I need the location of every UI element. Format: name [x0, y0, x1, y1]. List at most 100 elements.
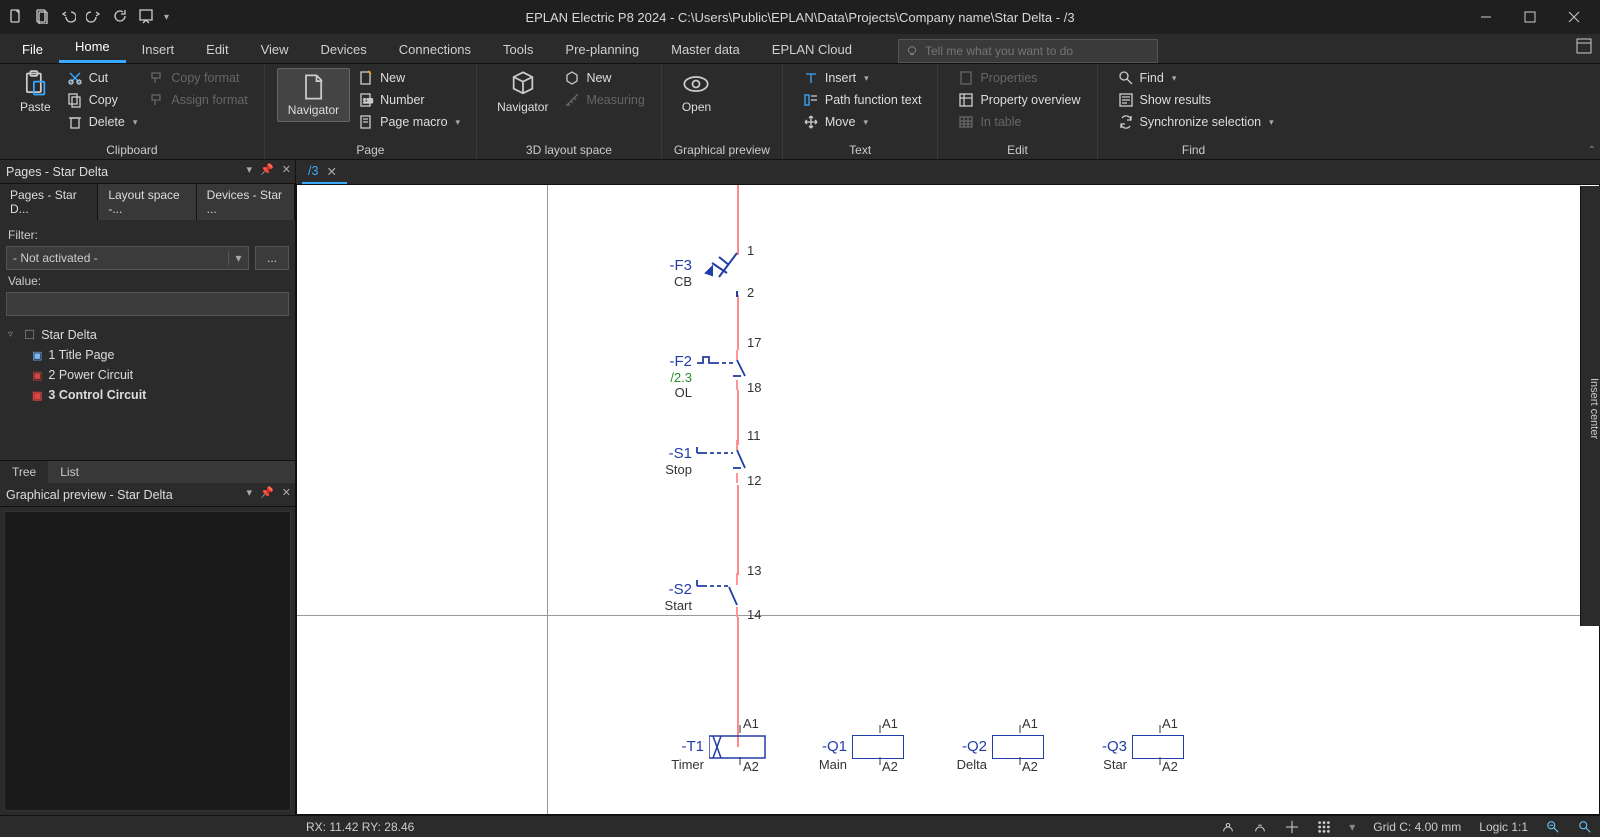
status-grid: Grid C: 4.00 mm [1373, 820, 1461, 834]
bottom-tab-tree[interactable]: Tree [0, 461, 48, 483]
crosshair-icon[interactable] [1285, 820, 1299, 834]
filter-ellipsis-button[interactable]: ... [255, 246, 289, 270]
page-new-button[interactable]: New [354, 68, 464, 88]
graphical-preview-area [4, 511, 291, 811]
page-number-button[interactable]: 123Number [354, 90, 464, 110]
coil-q1-tag: -Q1 [807, 738, 847, 755]
text-move-button[interactable]: Move▾ [799, 112, 926, 132]
comp-s2-t1: 13 [747, 563, 761, 578]
window-minimize[interactable] [1464, 0, 1508, 34]
tab-file[interactable]: File [6, 36, 59, 63]
edit-overview-button[interactable]: Property overview [954, 90, 1084, 110]
window-maximize[interactable] [1508, 0, 1552, 34]
preview-dropdown-icon[interactable]: ▾ [247, 486, 253, 499]
qat-undo-icon[interactable] [60, 8, 76, 27]
panel-tab-layout[interactable]: Layout space -... [98, 184, 196, 220]
filter-combo[interactable]: - Not activated - ▾ [6, 246, 249, 270]
delete-button[interactable]: Delete▾ [63, 112, 142, 132]
tab-tools[interactable]: Tools [487, 36, 549, 63]
cut-button[interactable]: Cut [63, 68, 142, 88]
layout-new-button[interactable]: New [560, 68, 648, 88]
pages-panel-title: Pages - Star Delta [6, 165, 108, 179]
coil-q3-tag: -Q3 [1087, 738, 1127, 755]
text-path-button[interactable]: Path function text [799, 90, 926, 110]
nc-pushbutton-symbol-icon[interactable] [695, 440, 745, 485]
group-text-label: Text [795, 141, 926, 157]
overload-nc-symbol-icon[interactable] [695, 350, 745, 390]
grid-dots-icon[interactable] [1317, 820, 1331, 834]
comp-s1-tag: -S1 [669, 445, 692, 462]
zoom-out-icon[interactable] [1546, 820, 1560, 834]
copy-button[interactable]: Copy [63, 90, 142, 110]
qat-refresh-icon[interactable] [112, 8, 128, 27]
tree-item-1[interactable]: ▣ 1 Title Page [6, 345, 289, 365]
tree-item-2[interactable]: ▣ 2 Power Circuit [6, 365, 289, 385]
filter-label: Filter: [6, 224, 289, 246]
insert-center-dock[interactable]: Insert center [1580, 186, 1600, 626]
coil-q1-box[interactable] [852, 735, 904, 759]
preview-panel-title: Graphical preview - Star Delta [6, 488, 173, 502]
tab-insert[interactable]: Insert [126, 36, 191, 63]
panel-dropdown-icon[interactable]: ▾ [247, 163, 253, 176]
tab-cloud[interactable]: EPLAN Cloud [756, 36, 868, 63]
tree-root[interactable]: ▿ ☐ Star Delta [6, 324, 289, 345]
snap-object-icon[interactable] [1253, 820, 1267, 834]
text-insert-button[interactable]: Insert▾ [799, 68, 926, 88]
layout-navigator-button[interactable]: Navigator [489, 68, 556, 116]
qat-more-icon[interactable] [138, 8, 154, 27]
no-pushbutton-symbol-icon[interactable] [695, 573, 745, 618]
window-title: EPLAN Electric P8 2024 - C:\Users\Public… [0, 10, 1600, 25]
schematic-canvas[interactable]: -F3 CB 1 2 -F2 /2.3 OL [296, 184, 1600, 815]
chevron-down-icon[interactable]: ▾ [228, 251, 248, 265]
doc-tab-close-icon[interactable]: ✕ [326, 164, 336, 179]
tab-preplanning[interactable]: Pre-planning [549, 36, 655, 63]
ribbon-collapse-icon[interactable]: ⌃ [1588, 145, 1596, 156]
qat-chevron-icon[interactable]: ▾ [164, 12, 169, 23]
preview-pin-icon[interactable]: 📌 [260, 486, 274, 499]
zoom-fit-icon[interactable] [1578, 820, 1592, 834]
qat-redo-icon[interactable] [86, 8, 102, 27]
find-results-button[interactable]: Show results [1114, 90, 1278, 110]
copy-format-button: Copy format [145, 68, 251, 88]
coil-t1-sub: Timer [664, 757, 704, 772]
find-button[interactable]: Find▾ [1114, 68, 1278, 88]
tab-masterdata[interactable]: Master data [655, 36, 756, 63]
breaker-symbol-icon[interactable] [697, 247, 742, 297]
panel-pin-icon[interactable]: 📌 [260, 163, 274, 176]
page-macro-button[interactable]: Page macro▾ [354, 112, 464, 132]
paste-button[interactable]: Paste [12, 68, 59, 116]
find-sync-button[interactable]: Synchronize selection▾ [1114, 112, 1278, 132]
qat-new-icon[interactable] [8, 8, 24, 27]
tab-devices[interactable]: Devices [305, 36, 383, 63]
snap-grid-icon[interactable] [1221, 820, 1235, 834]
page-navigator-button[interactable]: Navigator [277, 68, 350, 122]
panel-tab-devices[interactable]: Devices - Star ... [197, 184, 295, 220]
layout-measuring-button: Measuring [560, 90, 648, 110]
panel-tab-pages[interactable]: Pages - Star D... [0, 184, 98, 220]
bottom-tab-list[interactable]: List [48, 461, 91, 483]
tree-item-3[interactable]: ▣ 3 Control Circuit [6, 385, 289, 405]
comp-s2-tag: -S2 [669, 581, 692, 598]
group-layout-label: 3D layout space [489, 141, 649, 157]
preview-open-button[interactable]: Open [674, 68, 719, 116]
tab-connections[interactable]: Connections [383, 36, 487, 63]
document-tab[interactable]: /3 ✕ [302, 161, 347, 184]
search-input[interactable] [925, 44, 1151, 58]
panel-close-icon[interactable]: ✕ [282, 163, 291, 176]
layout-toggle-icon[interactable] [1576, 38, 1592, 54]
coil-q3-box[interactable] [1132, 735, 1184, 759]
group-clipboard-label: Clipboard [12, 141, 252, 157]
comp-f2-ref: /2.3 [670, 370, 693, 385]
bulb-icon [905, 44, 919, 58]
search-box[interactable] [898, 39, 1158, 63]
tab-edit[interactable]: Edit [190, 36, 244, 63]
tab-home[interactable]: Home [59, 33, 126, 63]
coil-t1-t1: A1 [743, 716, 759, 731]
value-input[interactable] [6, 292, 289, 316]
coil-q2-box[interactable] [992, 735, 1044, 759]
qat-new2-icon[interactable] [34, 8, 50, 27]
window-close[interactable] [1552, 0, 1596, 34]
tab-view[interactable]: View [245, 36, 305, 63]
coil-t1-tag: -T1 [664, 738, 704, 755]
preview-close-icon[interactable]: ✕ [282, 486, 291, 499]
